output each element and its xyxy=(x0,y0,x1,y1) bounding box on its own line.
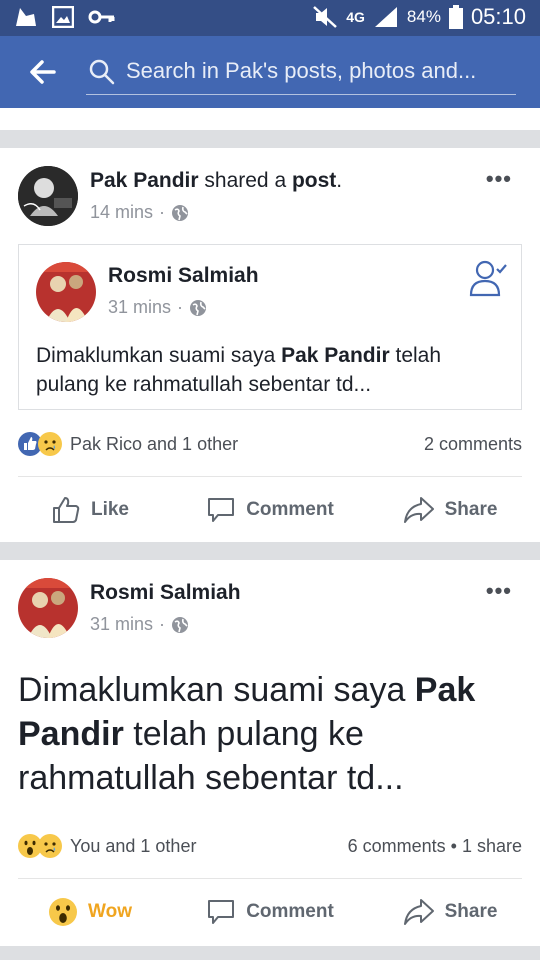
feed-separator xyxy=(0,946,540,960)
reactions-summary[interactable]: You and 1 other xyxy=(18,834,196,858)
back-arrow-icon[interactable] xyxy=(28,58,56,86)
shared-post-text: Dimaklumkan suami saya Pak Pandir telah … xyxy=(36,344,442,396)
post-meta: 14 mins · xyxy=(90,202,189,223)
search-input[interactable]: Search in Pak's posts, photos and... xyxy=(126,58,476,84)
comment-button[interactable]: Comment xyxy=(180,478,360,542)
comment-button[interactable]: Comment xyxy=(180,880,360,944)
add-friend-icon[interactable] xyxy=(469,259,509,297)
network-type: 4G xyxy=(346,9,365,25)
timestamp[interactable]: 31 mins xyxy=(90,614,153,635)
avatar[interactable] xyxy=(36,262,96,322)
shared-post-card: Pak Pandir shared a post. 14 mins · ••• R… xyxy=(0,148,540,542)
like-button[interactable]: Like xyxy=(0,478,180,542)
share-verb: shared a xyxy=(198,169,292,192)
meta-dot: · xyxy=(159,202,166,222)
key-icon xyxy=(88,10,115,24)
status-bar: 4G 84% 05:10 xyxy=(0,0,540,36)
globe-icon xyxy=(190,299,207,316)
globe-icon xyxy=(172,616,189,633)
globe-icon xyxy=(172,204,189,221)
sad-reaction-icon xyxy=(38,834,62,858)
period: . xyxy=(336,169,343,192)
comment-icon xyxy=(208,498,235,522)
avatar[interactable] xyxy=(18,166,78,226)
search-icon xyxy=(89,59,115,85)
post-actions: Like Comment Share xyxy=(0,478,540,542)
timestamp[interactable]: 14 mins xyxy=(90,202,153,223)
share-button[interactable]: Share xyxy=(360,880,540,944)
battery-icon xyxy=(448,5,463,29)
mute-icon xyxy=(313,6,338,28)
divider xyxy=(18,476,522,477)
author-name[interactable]: Pak Pandir xyxy=(90,169,199,192)
share-icon xyxy=(403,497,434,523)
reactions-summary[interactable]: Pak Rico and 1 other xyxy=(18,432,238,456)
post-actions: Wow Comment Share xyxy=(0,880,540,944)
author-name[interactable]: Rosmi Salmiah xyxy=(90,581,241,605)
comment-icon xyxy=(208,900,235,924)
gallery-icon xyxy=(52,6,74,28)
reactions-text: You and 1 other xyxy=(70,835,197,856)
sad-reaction-icon xyxy=(38,432,62,456)
shared-post-preview[interactable]: Rosmi Salmiah 31 mins · Dimaklumkan suami… xyxy=(18,244,522,410)
shared-author-name[interactable]: Rosmi Salmiah xyxy=(108,264,259,288)
comment-count[interactable]: 2 comments xyxy=(424,434,522,455)
timestamp[interactable]: 31 mins xyxy=(108,297,171,318)
post-link[interactable]: post xyxy=(292,169,336,192)
divider xyxy=(18,878,522,879)
search-header: Search in Pak's posts, photos and... xyxy=(0,36,540,108)
wow-icon xyxy=(49,898,77,926)
feed-separator xyxy=(0,130,540,148)
avatar[interactable] xyxy=(18,578,78,638)
wow-button[interactable]: Wow xyxy=(0,880,180,944)
signal-icon xyxy=(374,7,397,27)
post-meta: 31 mins · xyxy=(90,614,189,635)
battery-percent: 84% xyxy=(406,7,441,26)
shared-post-meta: 31 mins · xyxy=(108,297,207,318)
share-button[interactable]: Share xyxy=(360,478,540,542)
post-header: Pak Pandir shared a post. xyxy=(90,169,342,193)
post-card: Rosmi Salmiah 31 mins · ••• Dimaklumkan s… xyxy=(0,560,540,946)
more-options-button[interactable]: ••• xyxy=(486,578,512,604)
search-underline xyxy=(86,94,516,95)
share-icon xyxy=(403,899,434,925)
post-text: Dimaklumkan suami saya Pak Pandir telah … xyxy=(18,671,476,797)
like-icon xyxy=(52,497,80,523)
comment-share-count[interactable]: 6 comments • 1 share xyxy=(348,836,522,857)
more-options-button[interactable]: ••• xyxy=(486,166,512,192)
feed-separator xyxy=(0,542,540,560)
clock: 05:10 xyxy=(470,4,526,29)
reactions-text: Pak Rico and 1 other xyxy=(70,433,239,454)
top-spacer xyxy=(0,108,540,130)
meta-dot: · xyxy=(177,297,184,317)
cleaner-icon xyxy=(16,8,36,26)
meta-dot: · xyxy=(159,614,166,634)
